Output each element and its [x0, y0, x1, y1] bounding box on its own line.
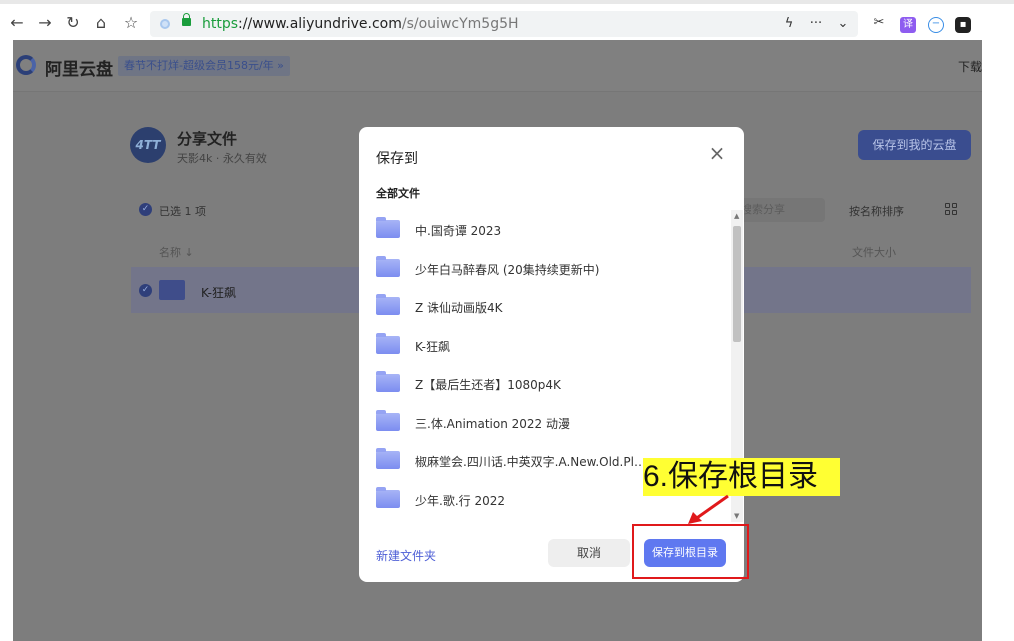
folder-name: Z 诛仙动画版4K	[415, 301, 503, 315]
share-title: 分享文件	[177, 130, 238, 148]
list-item[interactable]: Z【最后生还者】1080p4K	[359, 364, 731, 403]
column-header-name[interactable]: 名称 ↓	[159, 244, 194, 260]
highlight-box	[632, 524, 749, 579]
page-right-edge	[982, 40, 1014, 641]
folder-name: Z【最后生还者】1080p4K	[415, 378, 561, 392]
home-icon[interactable]: ⌂	[90, 12, 112, 34]
promo-badge[interactable]: 春节不打烊-超级会员158元/年 »	[118, 56, 290, 76]
folder-icon	[376, 294, 400, 315]
scroll-up-icon[interactable]: ▲	[734, 212, 739, 220]
lock-icon	[182, 13, 191, 26]
folder-name: 少年.歌.行 2022	[415, 493, 505, 508]
close-icon[interactable]: ×	[707, 143, 727, 163]
folder-icon	[376, 448, 400, 469]
site-header: 阿里云盘 春节不打烊-超级会员158元/年 » 下载	[13, 40, 982, 92]
step-label: 6.保存根目录	[643, 458, 840, 496]
minus-circle-icon[interactable]: −	[928, 17, 944, 33]
more-icon[interactable]: ···	[807, 15, 825, 33]
folder-icon	[376, 371, 400, 392]
row-check-icon[interactable]: ✓	[139, 284, 152, 297]
list-item[interactable]: Z 诛仙动画版4K	[359, 287, 731, 326]
folder-name: 椒麻堂会.四川话.中英双字.A.New.Old.Play.2021.	[415, 455, 651, 469]
breadcrumb[interactable]: 全部文件	[376, 185, 420, 201]
folder-name: 少年白马醉春风 (20集持续更新中)	[415, 262, 600, 277]
share-subtitle: 天影4k · 永久有效	[177, 152, 267, 165]
dialog-title: 保存到	[376, 151, 418, 167]
browser-toolbar: ← → ↻ ⌂ ☆ https://www.aliyundrive.com/s/…	[0, 0, 1014, 40]
list-item[interactable]: 三.体.Animation 2022 动漫	[359, 403, 731, 442]
share-avatar: 4TT	[130, 127, 166, 163]
new-folder-link[interactable]: 新建文件夹	[376, 547, 436, 564]
logo-text[interactable]: 阿里云盘	[45, 55, 113, 80]
extension-icon[interactable]: ▪	[955, 17, 971, 33]
forward-arrow-icon[interactable]: →	[34, 12, 56, 34]
chevron-down-icon[interactable]: ⌄	[834, 15, 852, 33]
reload-icon[interactable]: ↻	[62, 12, 84, 34]
folder-icon	[376, 332, 400, 354]
column-header-size[interactable]: 文件大小	[852, 244, 896, 260]
scissors-icon[interactable]: ✂	[870, 14, 888, 32]
site-info-icon[interactable]	[160, 19, 170, 29]
download-link[interactable]: 下载	[958, 58, 982, 75]
list-item[interactable]: 中.国奇谭 2023	[359, 210, 731, 249]
selected-count: 已选 1 项	[159, 205, 206, 218]
folder-name: 中.国奇谭 2023	[415, 224, 502, 238]
folder-icon	[376, 486, 400, 508]
translate-icon[interactable]: 译	[900, 17, 916, 33]
folder-icon	[376, 409, 400, 431]
scrollbar-thumb[interactable]	[733, 226, 741, 342]
list-item[interactable]: K-狂飙	[359, 326, 731, 365]
list-item[interactable]: 少年白马醉春风 (20集持续更新中)	[359, 249, 731, 288]
row-name[interactable]: K-狂飙	[201, 284, 236, 301]
url-text[interactable]: https://www.aliyundrive.com/s/ouiwcYm5g5…	[202, 15, 519, 33]
sort-button[interactable]: 按名称排序	[849, 203, 904, 219]
folder-icon	[376, 255, 400, 277]
select-all-check-icon[interactable]: ✓	[139, 203, 152, 216]
lightning-icon[interactable]: ϟ	[780, 15, 798, 33]
address-bar[interactable]: https://www.aliyundrive.com/s/ouiwcYm5g5…	[150, 11, 858, 37]
pointer-arrow-icon	[688, 494, 729, 524]
save-to-my-drive-button[interactable]: 保存到我的云盘	[858, 130, 971, 160]
folder-name: K-狂飙	[415, 339, 450, 354]
bookmark-star-icon[interactable]: ☆	[120, 12, 142, 34]
search-share-input[interactable]: 搜索分享	[733, 198, 825, 222]
grid-view-icon[interactable]	[945, 203, 958, 216]
aliyundrive-logo-icon[interactable]	[16, 55, 36, 75]
folder-name: 三.体.Animation 2022 动漫	[415, 416, 570, 431]
folder-icon	[376, 217, 400, 238]
back-arrow-icon[interactable]: ←	[6, 12, 28, 34]
cancel-button[interactable]: 取消	[548, 539, 630, 567]
folder-icon	[159, 280, 185, 300]
